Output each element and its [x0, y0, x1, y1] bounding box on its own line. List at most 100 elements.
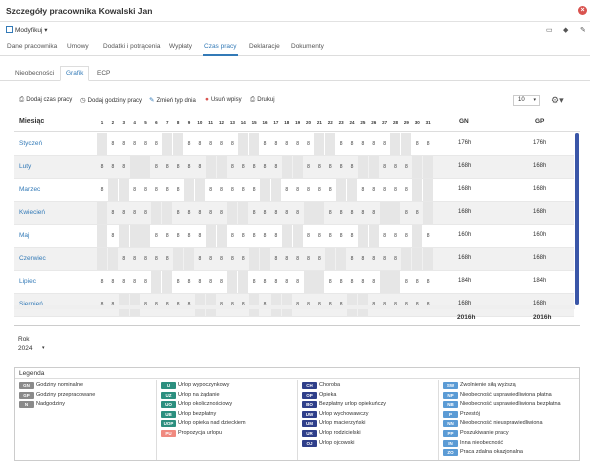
day-cell[interactable]: [314, 202, 325, 224]
day-cell[interactable]: 8: [217, 179, 227, 201]
day-cell[interactable]: 8: [260, 156, 270, 178]
day-cell[interactable]: 8: [347, 225, 357, 247]
day-cell[interactable]: [97, 225, 107, 247]
day-cell[interactable]: 8: [195, 202, 205, 224]
day-cell[interactable]: 8: [390, 179, 400, 201]
day-cell[interactable]: 8: [173, 271, 183, 293]
day-cell[interactable]: 8: [271, 133, 281, 155]
day-cell[interactable]: [118, 225, 129, 247]
tab-czas-pracy[interactable]: Czas pracy: [203, 40, 238, 56]
day-cell[interactable]: 8: [260, 271, 270, 293]
day-cell[interactable]: 8: [401, 225, 411, 247]
action-0-button[interactable]: ⎙ Dodaj czas pracy: [19, 96, 72, 104]
day-cell[interactable]: 8: [260, 133, 270, 155]
day-cell[interactable]: 8: [336, 225, 346, 247]
day-cell[interactable]: 8: [271, 248, 281, 270]
day-cell[interactable]: [140, 225, 151, 247]
day-cell[interactable]: [412, 156, 423, 178]
day-cell[interactable]: [205, 225, 216, 247]
day-cell[interactable]: 8: [336, 202, 346, 224]
day-cell[interactable]: 8: [108, 202, 118, 224]
day-cell[interactable]: 8: [314, 225, 324, 247]
day-cell[interactable]: 8: [162, 225, 172, 247]
day-cell[interactable]: [368, 225, 379, 247]
day-cell[interactable]: [325, 133, 336, 155]
tab-umowy[interactable]: Umowy: [66, 40, 90, 56]
subtab-ecp[interactable]: ECP: [92, 66, 115, 81]
day-cell[interactable]: [107, 248, 118, 270]
day-cell[interactable]: 8: [293, 202, 303, 224]
day-cell[interactable]: 8: [206, 133, 216, 155]
day-cell[interactable]: [260, 248, 271, 270]
day-cell[interactable]: 8: [380, 156, 390, 178]
day-cell[interactable]: 8: [412, 202, 422, 224]
day-cell[interactable]: [325, 248, 336, 270]
day-cell[interactable]: 8: [151, 179, 161, 201]
day-cell[interactable]: 8: [380, 179, 390, 201]
day-cell[interactable]: [238, 133, 249, 155]
day-cell[interactable]: 8: [195, 271, 205, 293]
day-cell[interactable]: 8: [151, 133, 161, 155]
day-cell[interactable]: [97, 248, 107, 270]
day-cell[interactable]: [401, 248, 412, 270]
day-cell[interactable]: 8: [119, 156, 129, 178]
day-cell[interactable]: 8: [140, 202, 150, 224]
day-cell[interactable]: 8: [380, 248, 390, 270]
day-cell[interactable]: [129, 156, 140, 178]
subtab-grafik[interactable]: Grafik: [60, 66, 90, 81]
day-cell[interactable]: 8: [195, 133, 205, 155]
day-cell[interactable]: 8: [423, 225, 433, 247]
day-cell[interactable]: 8: [369, 179, 379, 201]
day-cell[interactable]: 8: [347, 156, 357, 178]
day-cell[interactable]: [97, 202, 107, 224]
day-cell[interactable]: 8: [130, 271, 140, 293]
day-cell[interactable]: 8: [423, 271, 433, 293]
day-cell[interactable]: [281, 225, 292, 247]
day-cell[interactable]: 8: [227, 179, 237, 201]
day-cell[interactable]: [227, 202, 238, 224]
day-cell[interactable]: [194, 179, 205, 201]
day-cell[interactable]: 8: [293, 133, 303, 155]
day-cell[interactable]: [162, 133, 173, 155]
day-cell[interactable]: 8: [380, 225, 390, 247]
day-cell[interactable]: 8: [304, 248, 314, 270]
day-cell[interactable]: [314, 271, 325, 293]
day-cell[interactable]: 8: [238, 179, 248, 201]
day-cell[interactable]: 8: [249, 202, 259, 224]
day-cell[interactable]: 8: [347, 271, 357, 293]
page-size-select[interactable]: 10 ▾: [513, 95, 540, 106]
day-cell[interactable]: 8: [108, 133, 118, 155]
day-cell[interactable]: 8: [130, 133, 140, 155]
day-cell[interactable]: 8: [130, 248, 140, 270]
day-cell[interactable]: [107, 179, 118, 201]
day-cell[interactable]: 8: [336, 133, 346, 155]
day-cell[interactable]: 8: [217, 133, 227, 155]
day-cell[interactable]: 8: [119, 133, 129, 155]
day-cell[interactable]: 8: [282, 133, 292, 155]
day-cell[interactable]: 8: [271, 156, 281, 178]
action-1-button[interactable]: ◷ Dodaj godziny pracy: [80, 96, 142, 104]
day-cell[interactable]: 8: [390, 156, 400, 178]
vertical-scrollbar[interactable]: [575, 133, 579, 305]
day-cell[interactable]: 8: [217, 271, 227, 293]
year-select[interactable]: 2024 ▾: [18, 343, 49, 354]
day-cell[interactable]: 8: [325, 202, 335, 224]
day-cell[interactable]: 8: [282, 202, 292, 224]
day-cell[interactable]: 8: [401, 156, 411, 178]
day-cell[interactable]: 8: [249, 225, 259, 247]
day-cell[interactable]: [336, 179, 347, 201]
day-cell[interactable]: 8: [195, 248, 205, 270]
day-cell[interactable]: [357, 225, 368, 247]
month-column-header[interactable]: Miesiąc: [19, 118, 44, 125]
day-cell[interactable]: 8: [336, 271, 346, 293]
day-cell[interactable]: 8: [390, 248, 400, 270]
day-cell[interactable]: 8: [173, 156, 183, 178]
day-cell[interactable]: 8: [369, 202, 379, 224]
pencil-icon[interactable]: ✎: [580, 26, 586, 34]
day-cell[interactable]: 8: [108, 271, 118, 293]
day-cell[interactable]: 8: [271, 202, 281, 224]
day-cell[interactable]: [173, 133, 184, 155]
day-cell[interactable]: 8: [140, 179, 150, 201]
day-cell[interactable]: 8: [195, 156, 205, 178]
day-cell[interactable]: 8: [304, 225, 314, 247]
